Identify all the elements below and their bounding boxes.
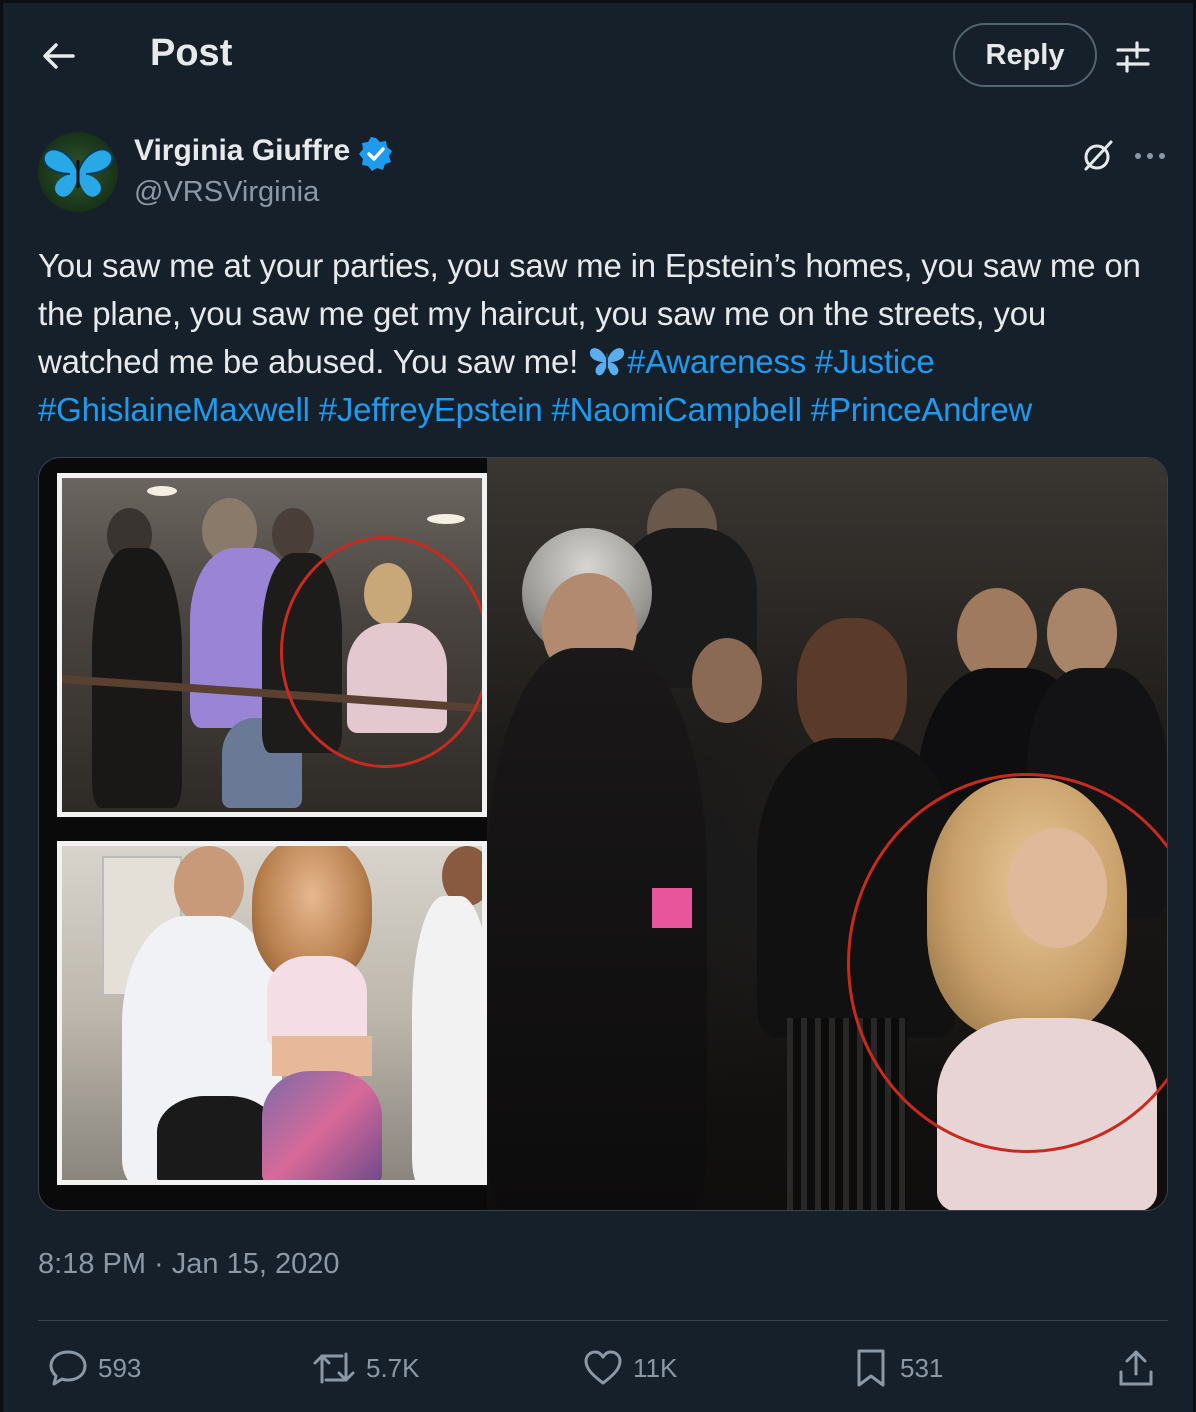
hashtag-justice[interactable]: #Justice	[815, 343, 935, 380]
post-image[interactable]	[38, 457, 1168, 1211]
highlight-circle-party	[280, 536, 482, 768]
reply-count: 593	[98, 1352, 142, 1383]
share-icon	[1119, 1350, 1153, 1386]
repost-count: 5.7K	[366, 1352, 420, 1383]
more-button[interactable]	[1128, 134, 1172, 178]
bookmark-action[interactable]: 531	[852, 1345, 943, 1391]
reply-action[interactable]: 593	[48, 1345, 141, 1391]
bookmark-icon	[857, 1349, 885, 1387]
sliders-icon	[1116, 41, 1150, 73]
reply-button[interactable]: Reply	[953, 23, 1097, 87]
more-horizontal-icon	[1135, 153, 1165, 159]
bookmark-count: 531	[900, 1352, 944, 1383]
repost-action[interactable]: 5.7K	[312, 1345, 420, 1391]
hashtag-awareness[interactable]: #Awareness	[627, 343, 806, 380]
butterfly-avatar-icon	[42, 148, 114, 197]
inset-photo-party	[57, 473, 487, 817]
verified-badge-icon	[359, 137, 392, 171]
share-action[interactable]	[1116, 1345, 1156, 1391]
speech-bubble-icon	[49, 1350, 87, 1386]
arrow-left-icon	[43, 43, 75, 69]
crowd-photo	[487, 458, 1167, 1210]
inset-photo-home	[57, 841, 487, 1185]
back-button[interactable]	[36, 34, 80, 78]
repost-icon	[313, 1352, 355, 1384]
grok-button[interactable]	[1076, 134, 1120, 178]
hashtag-naomicampbell[interactable]: #NaomiCampbell	[552, 391, 803, 428]
like-action[interactable]: 11K	[583, 1345, 677, 1391]
heart-icon	[584, 1350, 622, 1385]
author-handle[interactable]: @VRSVirginia	[134, 176, 319, 209]
butterfly-emoji-icon	[589, 348, 625, 376]
avatar[interactable]	[38, 132, 118, 212]
post-text: You saw me at your parties, you saw me i…	[38, 242, 1168, 434]
filter-button[interactable]	[1110, 34, 1156, 80]
post-timestamp[interactable]: 8:18 PM · Jan 15, 2020	[38, 1248, 339, 1281]
grok-icon	[1084, 140, 1113, 171]
hashtag-ghislainemaxwell[interactable]: #GhislaineMaxwell	[38, 391, 310, 428]
author-name[interactable]: Virginia Giuffre	[134, 134, 350, 168]
post-header: Post Reply	[0, 0, 1196, 110]
hashtag-princeandrew[interactable]: #PrinceAndrew	[811, 391, 1032, 428]
hashtag-jeffreyepstein[interactable]: #JeffreyEpstein	[319, 391, 543, 428]
page-title: Post	[150, 32, 233, 74]
divider	[38, 1320, 1168, 1321]
like-count: 11K	[633, 1352, 678, 1383]
